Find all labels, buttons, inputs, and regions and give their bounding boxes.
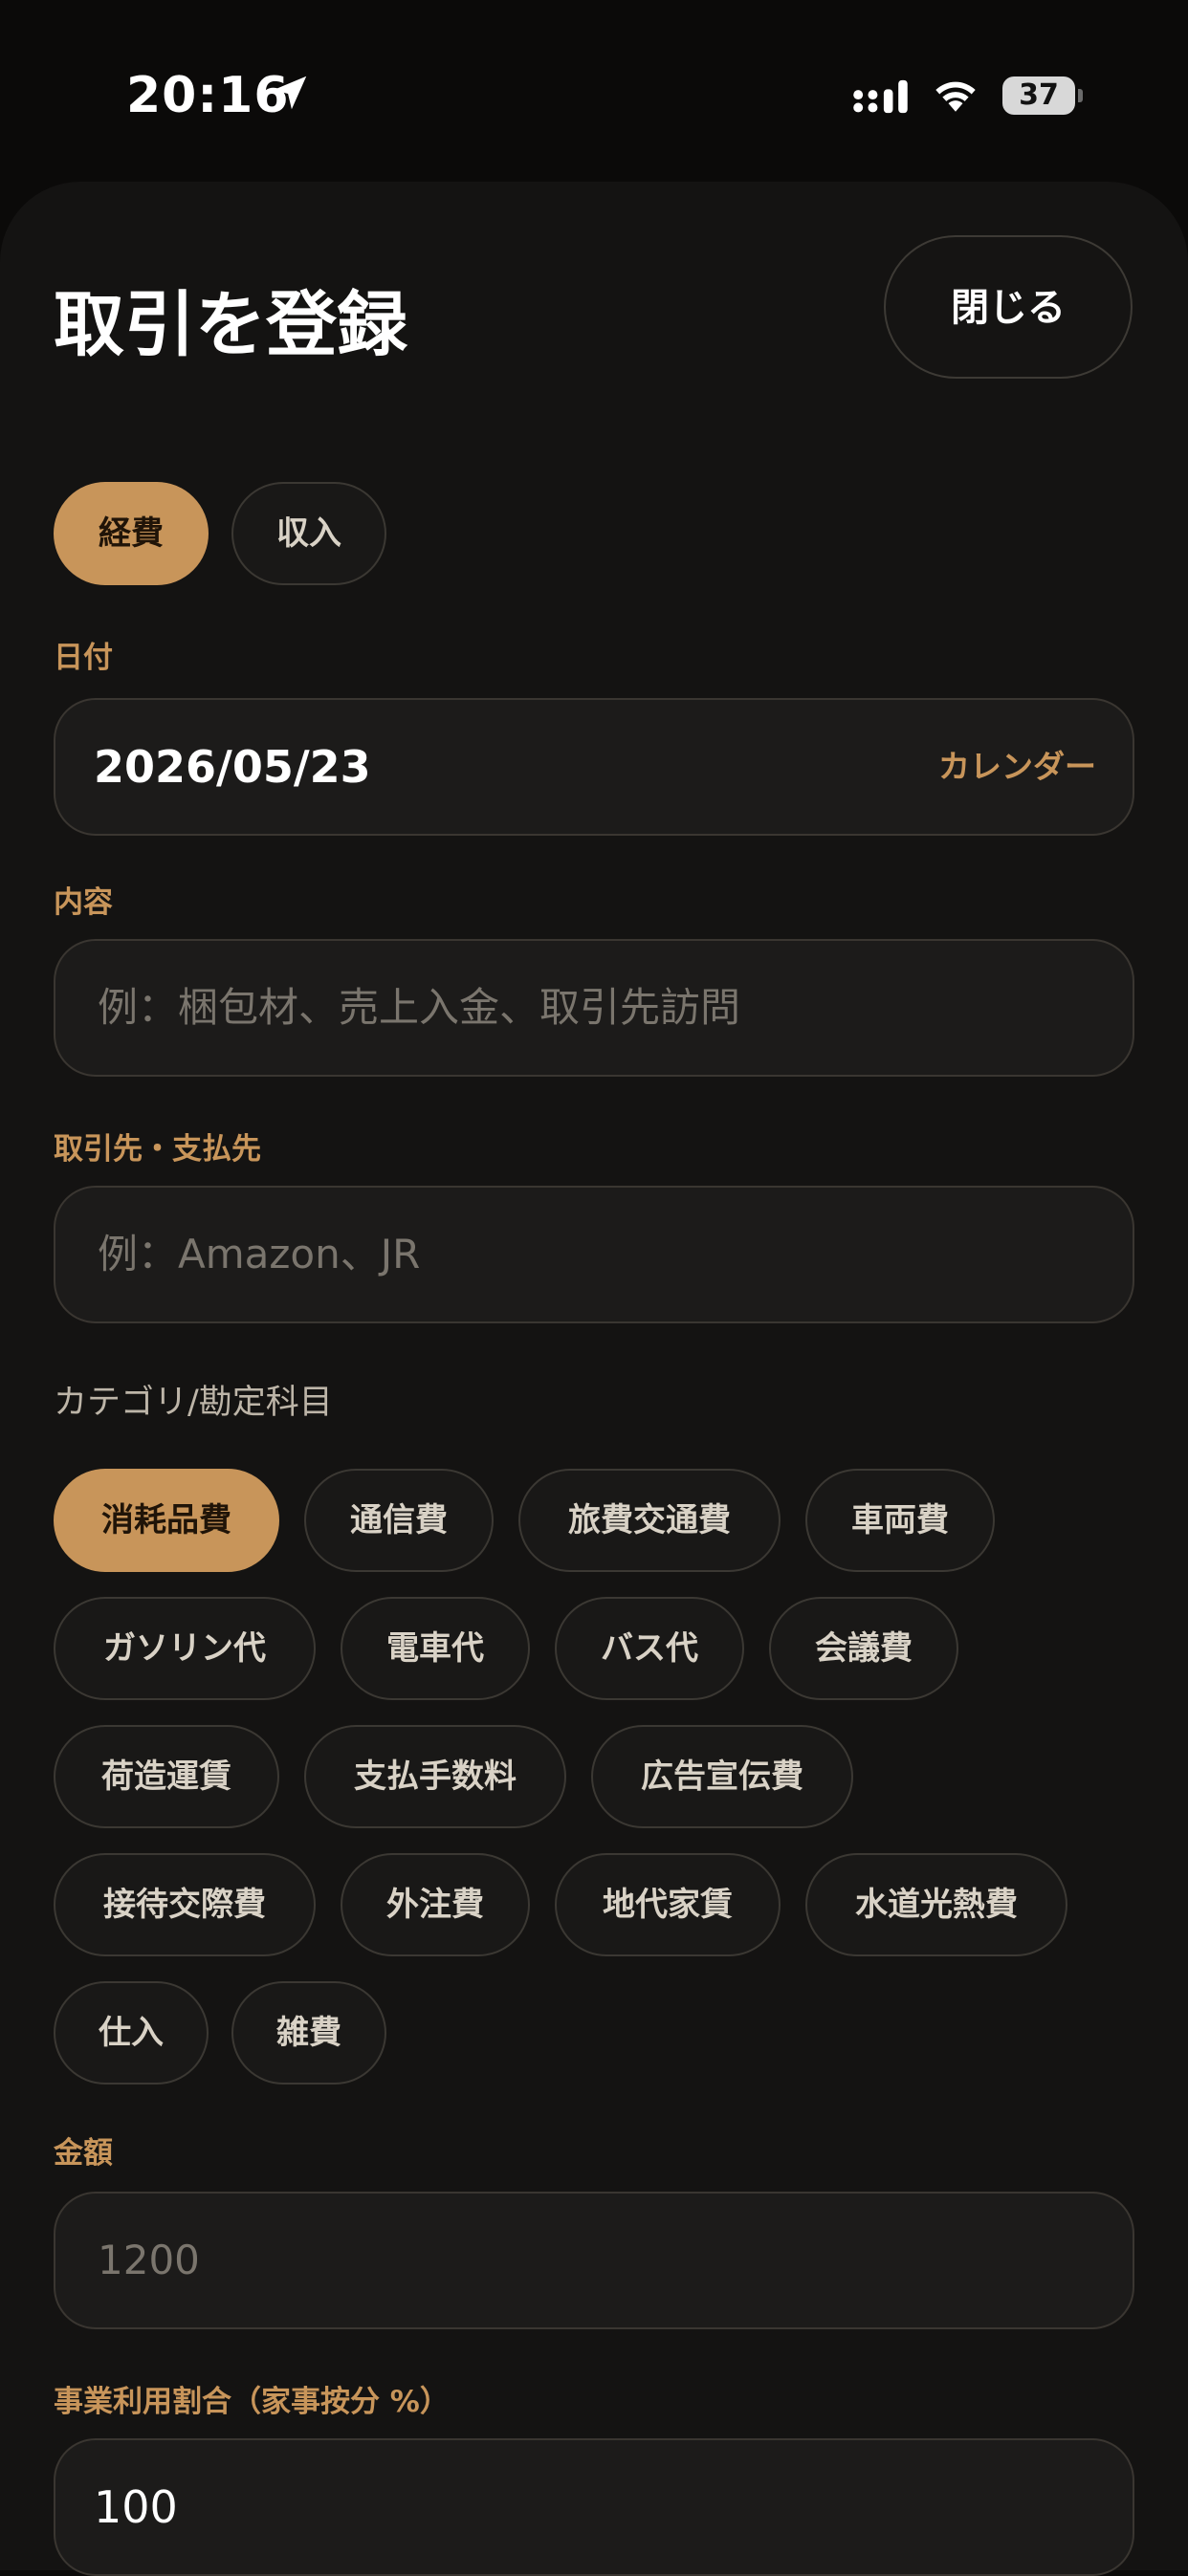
category-chip[interactable]: 地代家賃 xyxy=(555,1853,781,1956)
amount-placeholder: 1200 xyxy=(98,2237,200,2283)
date-label: 日付 xyxy=(54,641,113,675)
payee-label: 取引先・支払先 xyxy=(54,1132,261,1167)
wifi-icon xyxy=(935,81,976,112)
close-button[interactable]: 閉じる xyxy=(884,235,1133,379)
register-transaction-sheet: 取引を登録 閉じる 経費 収入 日付 2026/05/23 カレンダー 内容 例… xyxy=(0,182,1188,2576)
status-time: 20:16 xyxy=(126,67,290,124)
category-chip[interactable]: 水道光熱費 xyxy=(805,1853,1067,1956)
category-chip[interactable]: 通信費 xyxy=(304,1469,494,1572)
category-chip[interactable]: 支払手数料 xyxy=(304,1725,566,1828)
description-placeholder: 例：梱包材、売上入金、取引先訪問 xyxy=(98,984,741,1031)
calendar-button[interactable]: カレンダー xyxy=(938,700,1096,834)
battery-indicator: 37 xyxy=(1002,76,1083,115)
date-field[interactable]: 2026/05/23 カレンダー xyxy=(54,698,1134,836)
description-input[interactable]: 例：梱包材、売上入金、取引先訪問 xyxy=(54,939,1134,1077)
category-chip[interactable]: 外注費 xyxy=(341,1853,530,1956)
category-chip[interactable]: ガソリン代 xyxy=(54,1597,316,1700)
category-chip[interactable]: バス代 xyxy=(555,1597,744,1700)
location-arrow-icon xyxy=(273,76,307,110)
category-chip[interactable]: 旅費交通費 xyxy=(518,1469,781,1572)
business-ratio-label: 事業利用割合（家事按分 %） xyxy=(54,2385,450,2419)
payee-input[interactable]: 例：Amazon、JR xyxy=(54,1186,1134,1323)
business-ratio-input[interactable]: 100 xyxy=(54,2438,1134,2576)
business-ratio-value: 100 xyxy=(94,2481,178,2533)
type-expense-chip[interactable]: 経費 xyxy=(54,482,209,585)
amount-input[interactable]: 1200 xyxy=(54,2192,1134,2329)
date-value: 2026/05/23 xyxy=(94,741,371,793)
category-chip[interactable]: 電車代 xyxy=(341,1597,530,1700)
page-title: 取引を登録 xyxy=(54,284,407,366)
category-chip[interactable]: 会議費 xyxy=(769,1597,958,1700)
category-chip[interactable]: 接待交際費 xyxy=(54,1853,316,1956)
category-chip[interactable]: 荷造運賃 xyxy=(54,1725,279,1828)
battery-level: 37 xyxy=(1019,78,1059,112)
category-chip[interactable]: 車両費 xyxy=(805,1469,995,1572)
battery-cap xyxy=(1078,89,1083,102)
amount-label: 金額 xyxy=(54,2136,113,2171)
description-label: 内容 xyxy=(54,885,113,920)
category-label: カテゴリ/勘定科目 xyxy=(54,1384,333,1422)
type-income-chip[interactable]: 収入 xyxy=(231,482,386,585)
status-bar: 20:16 37 xyxy=(0,0,1188,182)
category-chip[interactable]: 雑費 xyxy=(231,1981,386,2085)
category-chip[interactable]: 消耗品費 xyxy=(54,1469,279,1572)
payee-placeholder: 例：Amazon、JR xyxy=(98,1231,421,1277)
category-chip[interactable]: 仕入 xyxy=(54,1981,209,2085)
category-chip[interactable]: 広告宣伝費 xyxy=(591,1725,853,1828)
cellular-signal-icon xyxy=(853,79,908,114)
